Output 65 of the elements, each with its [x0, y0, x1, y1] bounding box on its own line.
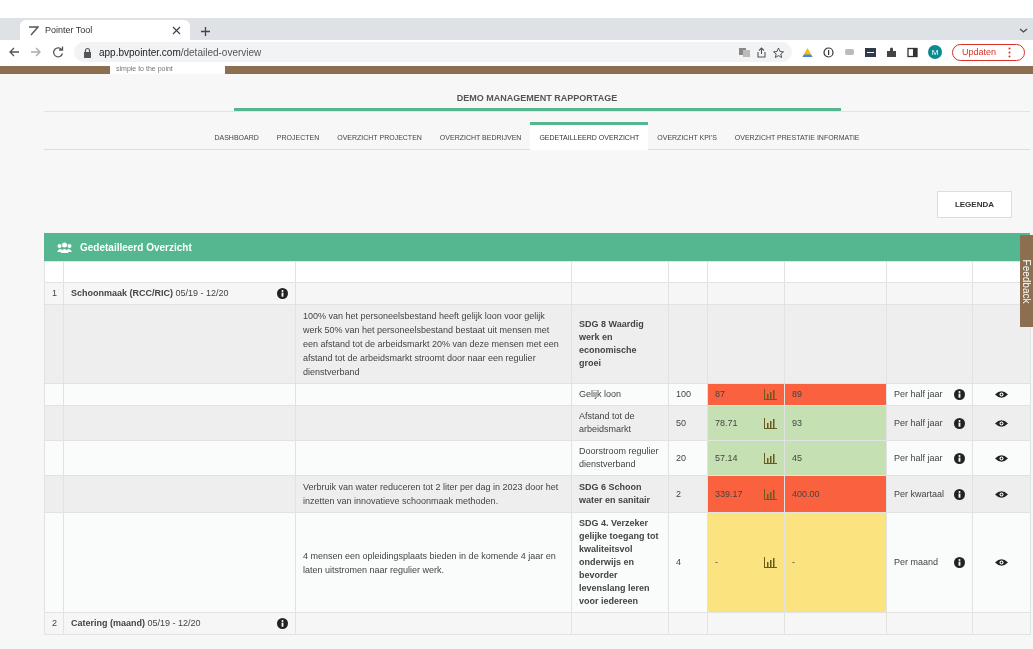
goal-description: Verbruik van water reduceren tot 2 liter per dag in 2023 door het inzetten van innovatieve schoonmaak methoden.: [295, 475, 572, 513]
page-title: DEMO MANAGEMENT RAPPORTAGE: [233, 88, 841, 111]
previous-value: -: [784, 512, 887, 613]
score-value: 87: [715, 388, 725, 401]
row-number: 1: [44, 282, 64, 305]
sidebar-icon[interactable]: [906, 46, 918, 58]
bar-chart-icon[interactable]: [763, 452, 777, 464]
info-icon[interactable]: [277, 618, 288, 629]
close-icon[interactable]: [171, 24, 182, 36]
eye-icon[interactable]: [995, 390, 1008, 399]
new-tab-icon[interactable]: [200, 26, 211, 37]
frequency-label: Per half jaar: [894, 388, 943, 401]
bar-chart-icon[interactable]: [763, 557, 777, 568]
info-icon[interactable]: [277, 288, 288, 299]
previous-value: 93: [784, 405, 887, 441]
frequency-label: Per half jaar: [894, 451, 943, 465]
circle-icon[interactable]: [822, 46, 834, 58]
frequency-label: Per maand: [894, 556, 939, 569]
score-value: 57.14: [715, 451, 738, 465]
goal-description: 4 mensen een opleidingsplaats bieden in de komende 4 jaar en laten uitstromen naar regulier werk.: [295, 512, 572, 613]
lock-icon: [82, 46, 93, 58]
pointer-logo-icon: [28, 24, 39, 36]
eye-icon[interactable]: [995, 453, 1008, 463]
tab-title: Pointer Tool: [45, 25, 94, 35]
bar-chart-icon[interactable]: [763, 417, 777, 429]
eye-icon[interactable]: [995, 418, 1008, 428]
sdg-label: SDG 8 Waardig werk en economische groei: [571, 304, 669, 384]
indicator-name: Doorstroom regulier dienstverband: [571, 440, 669, 476]
info-icon[interactable]: [954, 488, 965, 500]
translate-icon[interactable]: [738, 46, 750, 58]
info-icon[interactable]: [954, 417, 965, 429]
group-icon: [57, 241, 72, 253]
star-icon[interactable]: [772, 46, 784, 58]
goal-description: 100% van het personeelsbestand heeft gelijk loon voor gelijk werk 50% van het personeelsbestand bestaat uit mensen met een afstand tot de arbeidsmarkt 20% van deze mensen met een afstand tot de arbeidsmarkt stroomt door naar een regulier dienstverband: [295, 304, 572, 384]
row-number: 2: [44, 612, 64, 635]
eye-icon[interactable]: [995, 558, 1008, 567]
update-button[interactable]: Updaten: [951, 43, 1025, 61]
info-icon[interactable]: [954, 389, 965, 400]
info-icon[interactable]: [954, 557, 965, 568]
score-value: 78.71: [715, 416, 738, 430]
info-icon[interactable]: [954, 452, 965, 464]
previous-value: 45: [784, 440, 887, 476]
panel-title: Gedetailleerd Overzicht: [80, 241, 192, 253]
feedback-tab[interactable]: Feedback: [1020, 235, 1033, 327]
target-value: 4: [668, 512, 708, 613]
score-value: -: [715, 556, 718, 569]
browser-tab[interactable]: Pointer Tool: [20, 20, 190, 40]
previous-value: 400.00: [784, 475, 887, 513]
sdg-label: SDG 6 Schoon water en sanitair: [571, 475, 669, 513]
indicator-name: Afstand tot de arbeidsmarkt: [571, 405, 669, 441]
sdg-label: SDG 4. Verzeker gelijke toegang tot kwaliteitsvol onderwijs en bevorder levenslang leren voor iedereen: [571, 512, 669, 613]
back-icon[interactable]: [8, 46, 20, 58]
frequency-label: Per half jaar: [894, 416, 943, 430]
frequency-label: Per kwartaal: [894, 487, 945, 501]
url-text: app.bvpointer.com/detailed-overview: [99, 46, 262, 58]
profile-avatar[interactable]: M: [927, 45, 942, 59]
score-value: 339.17: [715, 487, 743, 501]
eye-icon[interactable]: [995, 489, 1008, 499]
project-name: Catering (maand) 05/19 - 12/20: [71, 617, 201, 630]
triangle-icon[interactable]: [801, 46, 813, 58]
project-name: Schoonmaak (RCC/RIC) 05/19 - 12/20: [71, 287, 229, 300]
reload-icon[interactable]: [52, 46, 64, 58]
share-icon[interactable]: [755, 46, 767, 58]
legend-button[interactable]: LEGENDA: [936, 191, 1012, 218]
address-field[interactable]: app.bvpointer.com/detailed-overview: [74, 42, 792, 62]
